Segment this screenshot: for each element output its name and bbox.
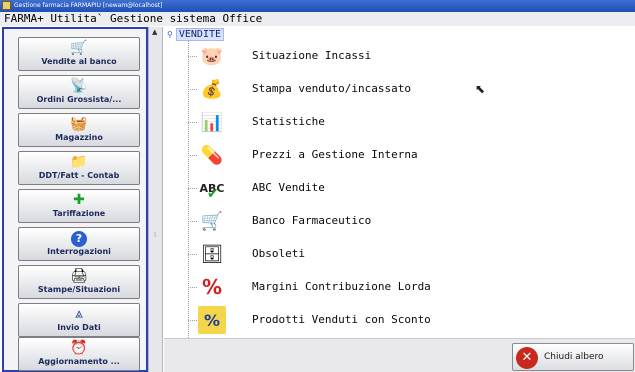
collapse-arrow-icon[interactable]: ▲ — [152, 29, 157, 36]
tree-item-margini-contribuzione[interactable]: % Margini Contribuzione Lorda — [188, 272, 628, 302]
pharmacy-cross-icon: ✚ — [73, 192, 85, 208]
tower-icon: ⩓ — [75, 306, 83, 322]
sidebar-button-invio-dati[interactable]: ⩓ Invio Dati — [18, 303, 140, 337]
window-title: Gestione farmacia FARMAPIU [newam@localh… — [14, 2, 163, 9]
sidebar-button-magazzino[interactable]: 🧺 Magazzino — [18, 113, 140, 147]
shopping-cart-icon: 🛒 — [70, 40, 88, 56]
tree-item-statistiche[interactable]: 📊 Statistiche — [188, 107, 628, 137]
tree-item-abc-vendite[interactable]: ABC ✔ ABC Vendite — [188, 173, 628, 203]
antenna-icon: 📡 — [70, 78, 88, 94]
piggy-bank-icon: 🐷 — [200, 45, 224, 67]
splitter-grip-icon[interactable]: ⁞ — [154, 231, 156, 239]
tree-item-obsoleti[interactable]: 🗄 Obsoleti — [188, 239, 628, 269]
bottom-action-bar: ✕ Chiudi albero — [164, 338, 635, 372]
chiudi-albero-button[interactable]: ✕ Chiudi albero — [512, 343, 634, 371]
pills-icon: 💊 — [200, 144, 224, 166]
tree-item-prodotti-venduti-sconto[interactable]: % Prodotti Venduti con Sconto — [188, 305, 628, 335]
question-icon: ? — [69, 230, 89, 247]
cart-warning-icon: 🛒 — [200, 210, 224, 232]
tree-expand-icon[interactable]: ⚲ — [167, 30, 173, 39]
discount-icon: % — [198, 306, 226, 334]
sidebar: 🛒 Vendite al banco 📡 Ordini Grossista/..… — [2, 27, 148, 372]
alarm-clock-icon: ⏰ — [70, 340, 88, 356]
menubar[interactable]: FARMA+ Utilita` Gestione sistema Office — [0, 12, 635, 26]
money-bag-icon: 💰 — [200, 78, 224, 100]
tree-item-prezzi-gestione-interna[interactable]: 💊 Prezzi a Gestione Interna — [188, 140, 628, 170]
folder-icon: 📁 — [70, 154, 88, 170]
mouse-cursor-icon: ⬉ — [475, 82, 486, 96]
app-icon — [2, 1, 11, 10]
window-titlebar: Gestione farmacia FARMAPIU [newam@localh… — [0, 0, 635, 12]
sidebar-button-tariffazione[interactable]: ✚ Tariffazione — [18, 189, 140, 223]
archive-box-icon: 🗄 — [200, 243, 224, 265]
tree-root-vendite[interactable]: ⚲ VENDITE — [167, 28, 225, 41]
tree-item-stampa-venduto[interactable]: 💰 Stampa venduto/incassato — [188, 74, 628, 104]
abc-check-icon: ABC ✔ — [199, 181, 225, 203]
tree-item-situazione-incassi[interactable]: 🐷 Situazione Incassi — [188, 41, 628, 71]
percent-icon: % — [201, 275, 223, 299]
sidebar-button-ddt-fatt-contab[interactable]: 📁 DDT/Fatt - Contab — [18, 151, 140, 185]
vendite-tree: ⚲ VENDITE 🐷 Situazione Incassi 💰 Stampa v… — [164, 27, 635, 345]
tree-item-banco-farmaceutico[interactable]: 🛒 Banco Farmaceutico — [188, 206, 628, 236]
sidebar-button-interrogazioni[interactable]: ? Interrogazioni — [18, 227, 140, 261]
panel-splitter[interactable]: ▲ ⁞ — [148, 27, 163, 372]
sidebar-button-vendite-al-banco[interactable]: 🛒 Vendite al banco — [18, 37, 140, 71]
sidebar-button-aggiornamento[interactable]: ⏰ Aggiornamento ... — [18, 337, 140, 371]
close-icon: ✕ — [516, 347, 538, 369]
printer-icon: 🖨 — [70, 268, 88, 284]
bar-chart-icon: 📊 — [200, 111, 224, 133]
sidebar-button-ordini-grossista[interactable]: 📡 Ordini Grossista/... — [18, 75, 140, 109]
basket-icon: 🧺 — [70, 116, 88, 132]
sidebar-button-stampe-situazioni[interactable]: 🖨 Stampe/Situazioni — [18, 265, 140, 299]
